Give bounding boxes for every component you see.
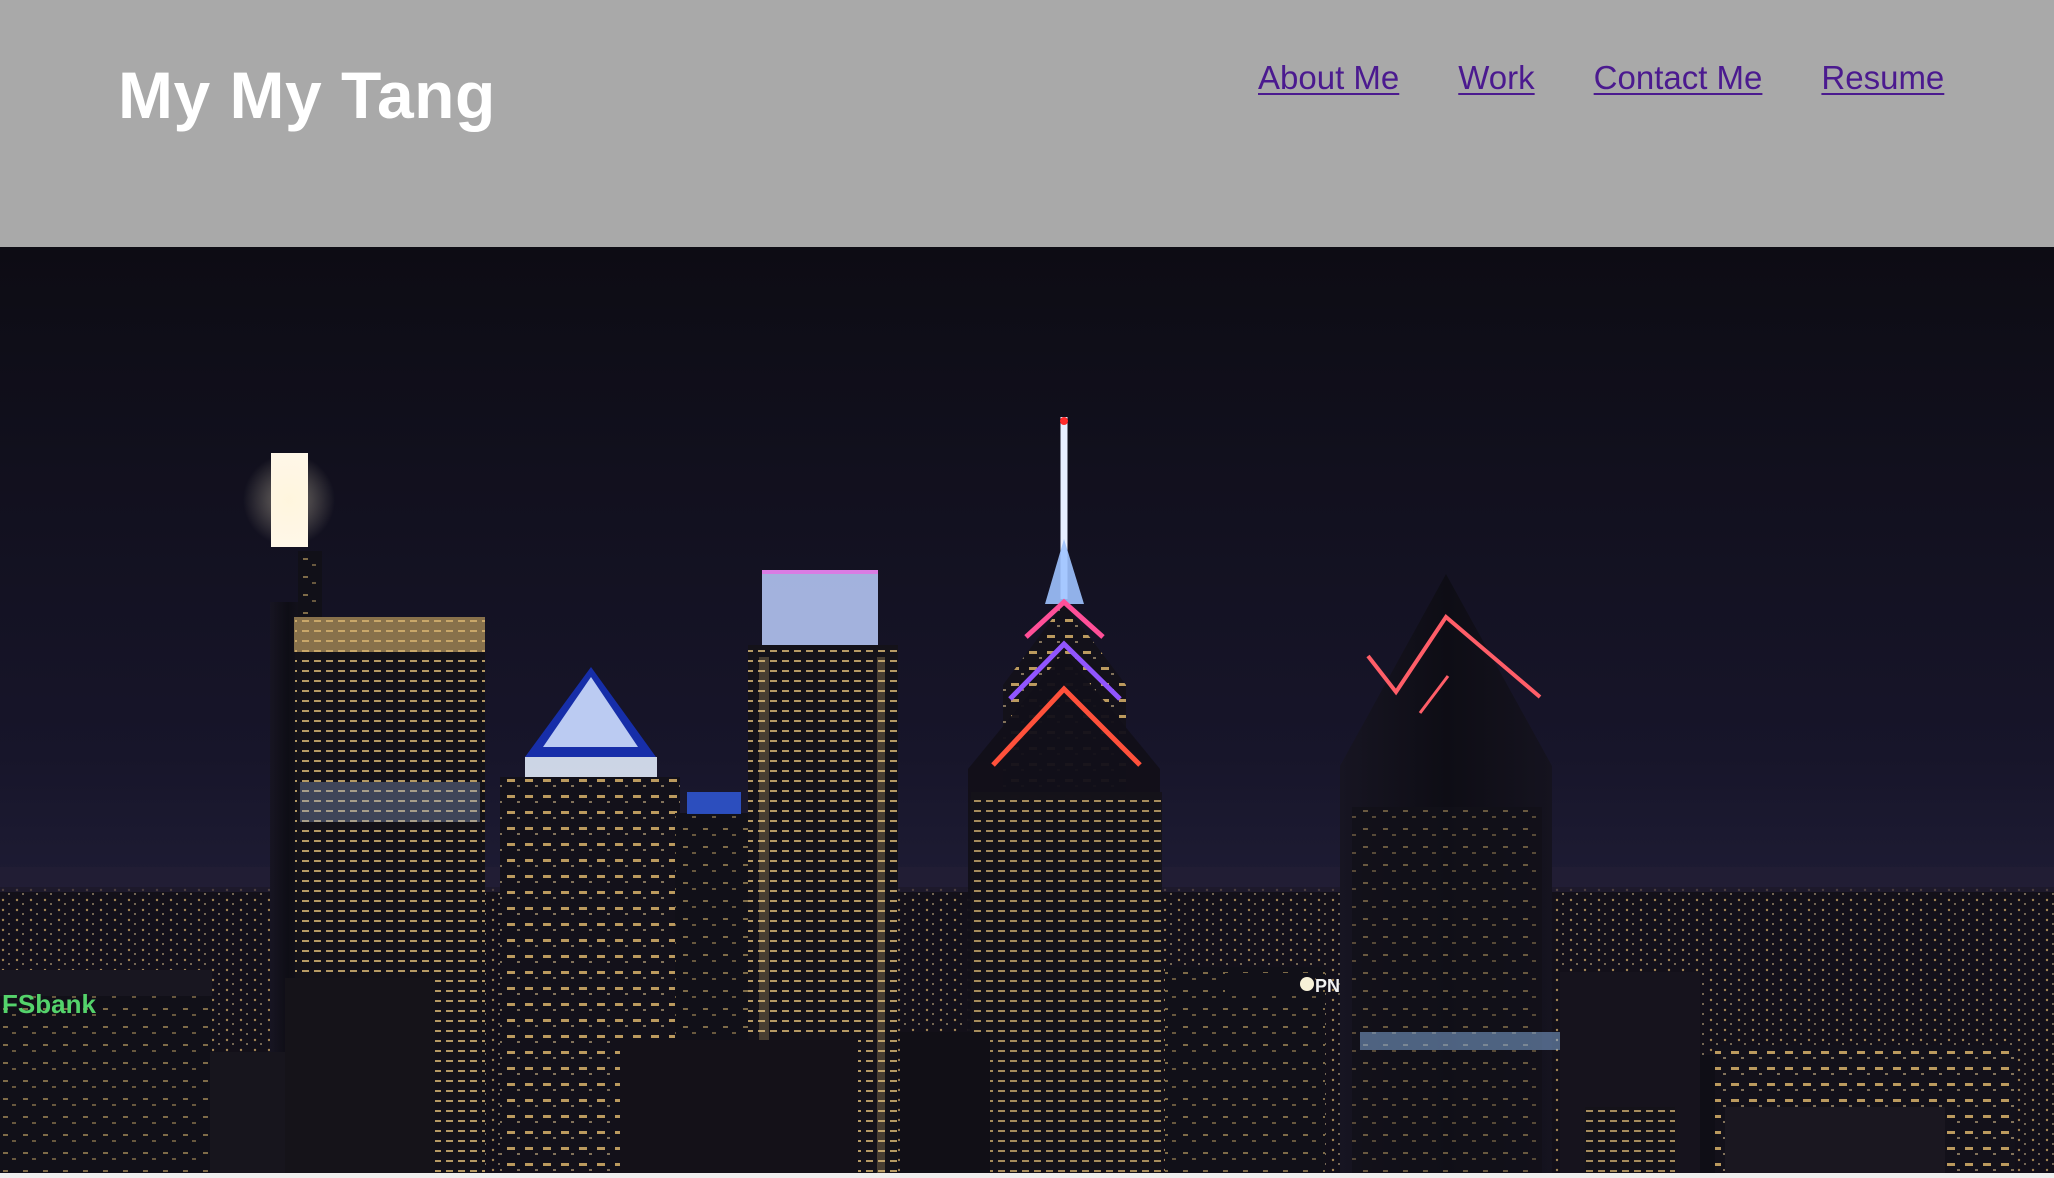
hero-skyline-image: FSbank PN	[0, 247, 2054, 1173]
main-navigation: About Me Work Contact Me Resume	[1258, 58, 1944, 98]
bank-sign-text: FSbank	[2, 989, 96, 1019]
site-title: My My Tang	[118, 58, 496, 132]
city-skyline-illustration: FSbank PN	[0, 247, 2054, 1173]
small-building-sign-text: PN	[1315, 976, 1340, 996]
nav-link-work[interactable]: Work	[1458, 58, 1534, 98]
site-header: My My Tang About Me Work Contact Me Resu…	[0, 0, 2054, 247]
nav-link-about-me[interactable]: About Me	[1258, 58, 1399, 98]
nav-link-contact-me[interactable]: Contact Me	[1594, 58, 1763, 98]
page-bottom-strip	[0, 1173, 2054, 1178]
nav-link-resume[interactable]: Resume	[1821, 58, 1944, 98]
